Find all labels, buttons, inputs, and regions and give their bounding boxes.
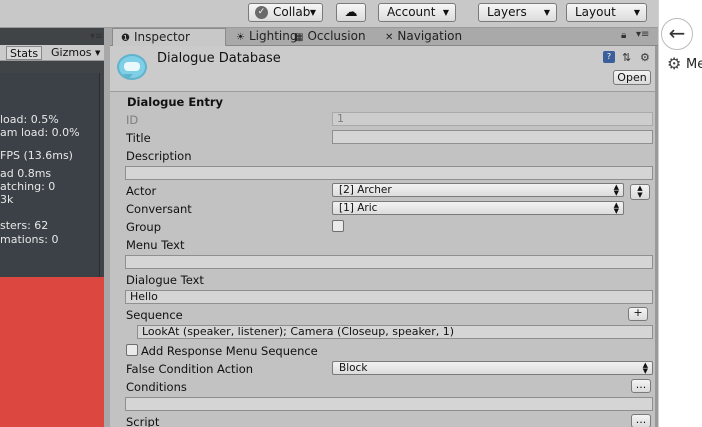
game-scene-red-area [0, 277, 108, 427]
side-menu-text[interactable]: Me [686, 57, 702, 72]
menu-text-label: Menu Text [126, 238, 185, 252]
stats-line: FPS (13.6ms) [0, 149, 73, 162]
actor-value: [2] Archer [339, 184, 392, 196]
false-condition-dropdown[interactable]: Block ▲ ▼ [332, 361, 653, 375]
title-field[interactable] [332, 130, 653, 144]
stats-line: 3k [0, 193, 14, 206]
false-condition-label: False Condition Action [126, 362, 254, 376]
id-field: 1 [332, 112, 653, 126]
cloud-icon: ☁ [344, 5, 358, 20]
inspector-panel: Dialogue Database ? ⇅ ⚙ Open Dialogue En… [110, 46, 658, 427]
tab-label: Navigation [397, 29, 463, 43]
inspector-tab-strip: ❶ Inspector ☀ Lighting ▦ Occlusion ✕ Navigat… [110, 28, 658, 46]
tab-inspector[interactable]: ❶ Inspector [112, 28, 226, 46]
title-label: Title [126, 131, 151, 145]
description-label: Description [126, 149, 192, 163]
layout-dropdown[interactable]: Layout ▼ [566, 3, 647, 22]
chevron-down-icon: ▼ [442, 8, 449, 17]
layers-label: Layers [487, 5, 527, 19]
section-title: Dialogue Entry [127, 95, 224, 109]
stats-line: atching: 0 [0, 180, 56, 193]
lighting-icon: ☀ [236, 32, 245, 43]
up-down-arrows-icon: ▲ ▼ [613, 201, 619, 215]
tab-label: Occlusion [307, 29, 366, 43]
collab-dropdown[interactable]: ✓ Collab ▼ [248, 3, 323, 22]
account-dropdown[interactable]: Account ▼ [378, 3, 456, 22]
conditions-wizard-button[interactable]: ... [631, 379, 651, 393]
stats-line: sters: 62 [0, 219, 49, 232]
check-icon: ✓ [255, 6, 268, 19]
menu-text-field[interactable] [125, 255, 653, 269]
chevron-down-icon: ▼ [633, 8, 640, 17]
sequence-field[interactable]: LookAt (speaker, listener); Camera (Clos… [137, 325, 653, 339]
stats-panel: load: 0.5% am load: 0.0% FPS (13.6ms) ad… [0, 73, 100, 285]
inspector-header: Dialogue Database ? ⇅ ⚙ Open [110, 46, 658, 92]
dialogue-text-field[interactable]: Hello [125, 290, 653, 304]
id-label: ID [126, 113, 139, 127]
stats-line: ad 0.8ms [0, 167, 52, 180]
group-checkbox[interactable] [332, 220, 344, 232]
account-label: Account [387, 5, 436, 19]
main-toolbar: ✓ Collab ▼ ☁ Account ▼ Layers ▼ Layout ▼ [0, 0, 658, 28]
stats-line: load: 0.5% [0, 113, 59, 126]
chevron-down-icon: ▼ [543, 8, 550, 17]
tab-label: Inspector [133, 30, 190, 44]
script-label: Script [126, 415, 160, 427]
open-button[interactable]: Open [613, 70, 651, 85]
up-down-arrows-icon: ▲ ▼ [642, 361, 648, 375]
asset-title: Dialogue Database [157, 51, 281, 66]
menu-icon[interactable]: ▾≡ [90, 31, 103, 42]
actor-picker-button[interactable]: ▲ ▼ [630, 184, 650, 200]
navigation-icon: ✕ [385, 32, 394, 43]
sequence-label: Sequence [126, 308, 183, 322]
conversant-value: [1] Aric [339, 202, 378, 214]
help-icon[interactable]: ? [603, 51, 615, 63]
tab-occlusion[interactable]: ▦ Occlusion [286, 28, 378, 46]
dialogue-database-icon [117, 54, 147, 80]
game-view: ▾≡ Stats Gizmos ▼ load: 0.5% am load: 0.… [0, 28, 108, 427]
lock-icon[interactable]: 🔒︎ [621, 30, 626, 41]
dialogue-text-label: Dialogue Text [126, 273, 204, 287]
add-response-label: Add Response Menu Sequence [141, 344, 318, 358]
gear-icon[interactable]: ⚙ [667, 54, 681, 73]
preset-icon[interactable]: ⇅ [622, 51, 631, 64]
menu-icon[interactable]: ▾≡ [636, 29, 649, 40]
false-condition-value: Block [339, 362, 368, 374]
back-arrow-icon[interactable]: ← [661, 18, 693, 50]
actor-dropdown[interactable]: [2] Archer ▲ ▼ [332, 183, 624, 197]
script-wizard-button[interactable]: ... [631, 414, 651, 427]
gear-icon[interactable]: ⚙ [640, 51, 650, 64]
actor-label: Actor [126, 184, 157, 198]
layers-dropdown[interactable]: Layers ▼ [478, 3, 557, 22]
conversant-dropdown[interactable]: [1] Aric ▲ ▼ [332, 201, 624, 215]
group-label: Group [126, 220, 162, 234]
chevron-down-icon: ▼ [309, 8, 316, 17]
layout-label: Layout [575, 5, 616, 19]
gizmos-dropdown[interactable]: Gizmos [48, 46, 95, 60]
up-down-arrows-icon: ▲ ▼ [613, 183, 619, 197]
add-sequence-button[interactable]: + [628, 307, 648, 321]
conversant-label: Conversant [126, 202, 192, 216]
tab-navigation[interactable]: ✕ Navigation [377, 28, 477, 46]
stats-line: am load: 0.0% [0, 126, 80, 139]
stats-line: mations: 0 [0, 233, 59, 246]
cloud-button[interactable]: ☁ [336, 3, 366, 22]
collab-label: Collab [273, 5, 311, 19]
stats-toggle[interactable]: Stats [6, 46, 43, 60]
occlusion-icon: ▦ [294, 32, 304, 43]
conditions-field[interactable] [125, 397, 653, 411]
chevron-down-icon[interactable]: ▼ [92, 46, 103, 60]
conditions-label: Conditions [126, 380, 187, 394]
add-response-menu-sequence-checkbox[interactable] [126, 344, 138, 356]
description-field[interactable] [125, 166, 653, 180]
game-view-tabs: Stats Gizmos ▼ [0, 45, 108, 61]
info-icon: ❶ [121, 33, 130, 44]
